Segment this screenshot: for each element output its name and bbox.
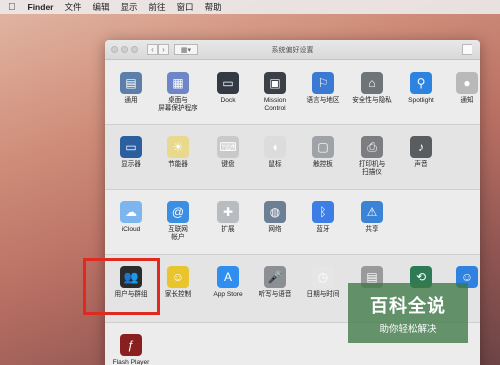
parental-controls-icon: ☺ [167,266,189,288]
pref-pane-label: 互联网 帐户 [168,226,188,241]
pref-pane-network[interactable]: ◍ 网络 [249,201,301,234]
extensions-icon: ✚ [217,201,239,223]
pref-pane-label: 声音 [414,161,428,168]
sharing-icon: ⚠ [361,201,383,223]
general-icon: ▤ [120,72,142,94]
menu-window[interactable]: 窗口 [177,1,194,13]
menu-bar:  Finder 文件 编辑 显示 前往 窗口 帮助 [0,0,500,14]
pref-pane-dictation[interactable]: 🎤 听写与语音 [249,266,301,299]
menu-file[interactable]: 文件 [64,1,81,13]
mouse-icon: ◖ [264,136,286,158]
pref-pane-label: 通用 [124,97,138,104]
highlight-box [83,258,160,315]
network-icon: ◍ [264,201,286,223]
menu-help[interactable]: 帮助 [205,1,222,13]
watermark-title: 百科全说 [370,295,446,316]
pref-pane-label: 桌面与 屏幕保护程序 [158,97,198,112]
pref-pane-mission-control[interactable]: ▣ Mission Control [249,72,301,113]
spotlight-icon: ⚲ [410,72,432,94]
flash-player-icon: ƒ [120,334,142,356]
pref-pane-label: Dock [220,97,236,104]
trackpad-icon: ▢ [312,136,334,158]
notifications-icon: ● [456,72,478,94]
pref-pane-extensions[interactable]: ✚ 扩展 [202,201,254,234]
pref-pane-sound[interactable]: ♪ 声音 [395,136,447,169]
dock-icon: ▭ [217,72,239,94]
pref-pane-app-store[interactable]: A App Store [202,266,254,299]
pref-pane-label: 网络 [268,226,282,233]
pref-pane-language[interactable]: ⚐ 语言与地区 [297,72,349,105]
pref-pane-label: 日期与时间 [306,291,340,298]
pref-pane-spotlight[interactable]: ⚲ Spotlight [395,72,447,105]
printer-icon: ⎙ [361,136,383,158]
energy-saver-icon: ☀ [167,136,189,158]
display-icon: ▭ [120,136,142,158]
pref-pane-label: Spotlight [408,97,434,104]
language-icon: ⚐ [312,72,334,94]
keyboard-icon: ⌨ [217,136,239,158]
pref-pane-label: 鼠标 [268,161,282,168]
pref-pane-label: App Store [213,291,243,298]
pref-pane-label: 触控板 [313,161,333,168]
pref-pane-label: 蓝牙 [316,226,330,233]
pref-pane-date-time[interactable]: ◷ 日期与时间 [297,266,349,299]
pref-pane-label: 打印机与 扫描仪 [358,161,386,176]
pref-pane-desktop[interactable]: ▦ 桌面与 屏幕保护程序 [152,72,204,113]
icloud-icon: ☁ [120,201,142,223]
pref-pane-label: 键盘 [221,161,235,168]
pref-pane-security[interactable]: ⌂ 安全性与隐私 [346,72,398,105]
pref-pane-label: 扩展 [221,226,235,233]
pref-pane-internet-accounts[interactable]: @ 互联网 帐户 [152,201,204,242]
mission-control-icon: ▣ [264,72,286,94]
window-title: 系统偏好设置 [271,47,314,54]
sound-icon: ♪ [410,136,432,158]
pref-pane-label: 安全性与隐私 [352,97,392,104]
pref-pane-sharing[interactable]: ⚠ 共享 [346,201,398,234]
app-store-icon: A [217,266,239,288]
internet-accounts-icon: @ [167,201,189,223]
pref-pane-label: 共享 [365,226,379,233]
pref-pane-energy-saver[interactable]: ☀ 节能器 [152,136,204,169]
pref-pane-printer[interactable]: ⎙ 打印机与 扫描仪 [346,136,398,177]
watermark: 百科全说 助你轻松解决 [348,283,468,343]
pref-pane-label: 显示器 [121,161,141,168]
pref-pane-icloud[interactable]: ☁ iCloud [105,201,157,234]
date-time-icon: ◷ [312,266,334,288]
pref-pane-keyboard[interactable]: ⌨ 键盘 [202,136,254,169]
pref-pane-flash-player[interactable]: ƒ Flash Player [105,334,157,365]
pref-pane-label: 通知 [460,97,474,104]
search-field[interactable] [462,44,472,55]
title-bar: ‹ › ▦▾ 系统偏好设置 [105,40,480,60]
pref-section: ▤ 通用 ▦ 桌面与 屏幕保护程序 ▭ Dock ▣ Mission Control ⚐ 语言与地… [105,61,480,125]
pref-pane-label: Flash Player [112,359,150,365]
pref-pane-trackpad[interactable]: ▢ 触控板 [297,136,349,169]
security-icon: ⌂ [361,72,383,94]
pref-pane-label: Mission Control [263,97,287,112]
pref-pane-display[interactable]: ▭ 显示器 [105,136,157,169]
bluetooth-icon: ᛒ [312,201,334,223]
pref-pane-mouse[interactable]: ◖ 鼠标 [249,136,301,169]
pref-pane-label: 听写与语音 [258,291,292,298]
pref-pane-label: 节能器 [168,161,188,168]
pref-pane-dock[interactable]: ▭ Dock [202,72,254,105]
pref-section: ☁ iCloud @ 互联网 帐户 ✚ 扩展 ◍ 网络 ᛒ 蓝牙 ⚠ 共享 [105,190,480,255]
pref-pane-label: iCloud [121,226,141,233]
menu-edit[interactable]: 编辑 [93,1,110,13]
watermark-subtitle: 助你轻松解决 [379,323,437,335]
menu-view[interactable]: 显示 [121,1,138,13]
pref-pane-general[interactable]: ▤ 通用 [105,72,157,105]
apple-icon[interactable]:  [8,2,16,13]
menu-finder[interactable]: Finder [28,2,54,12]
pref-pane-label: 语言与地区 [306,97,340,104]
dictation-icon: 🎤 [264,266,286,288]
desktop-icon: ▦ [167,72,189,94]
menu-go[interactable]: 前往 [149,1,166,13]
pref-section: ▭ 显示器 ☀ 节能器 ⌨ 键盘 ◖ 鼠标 ▢ 触控板 ⎙ 打印机与 扫描仪 ♪ 声音 [105,125,480,190]
pref-pane-bluetooth[interactable]: ᛒ 蓝牙 [297,201,349,234]
pref-pane-notifications[interactable]: ● 通知 [441,72,480,105]
